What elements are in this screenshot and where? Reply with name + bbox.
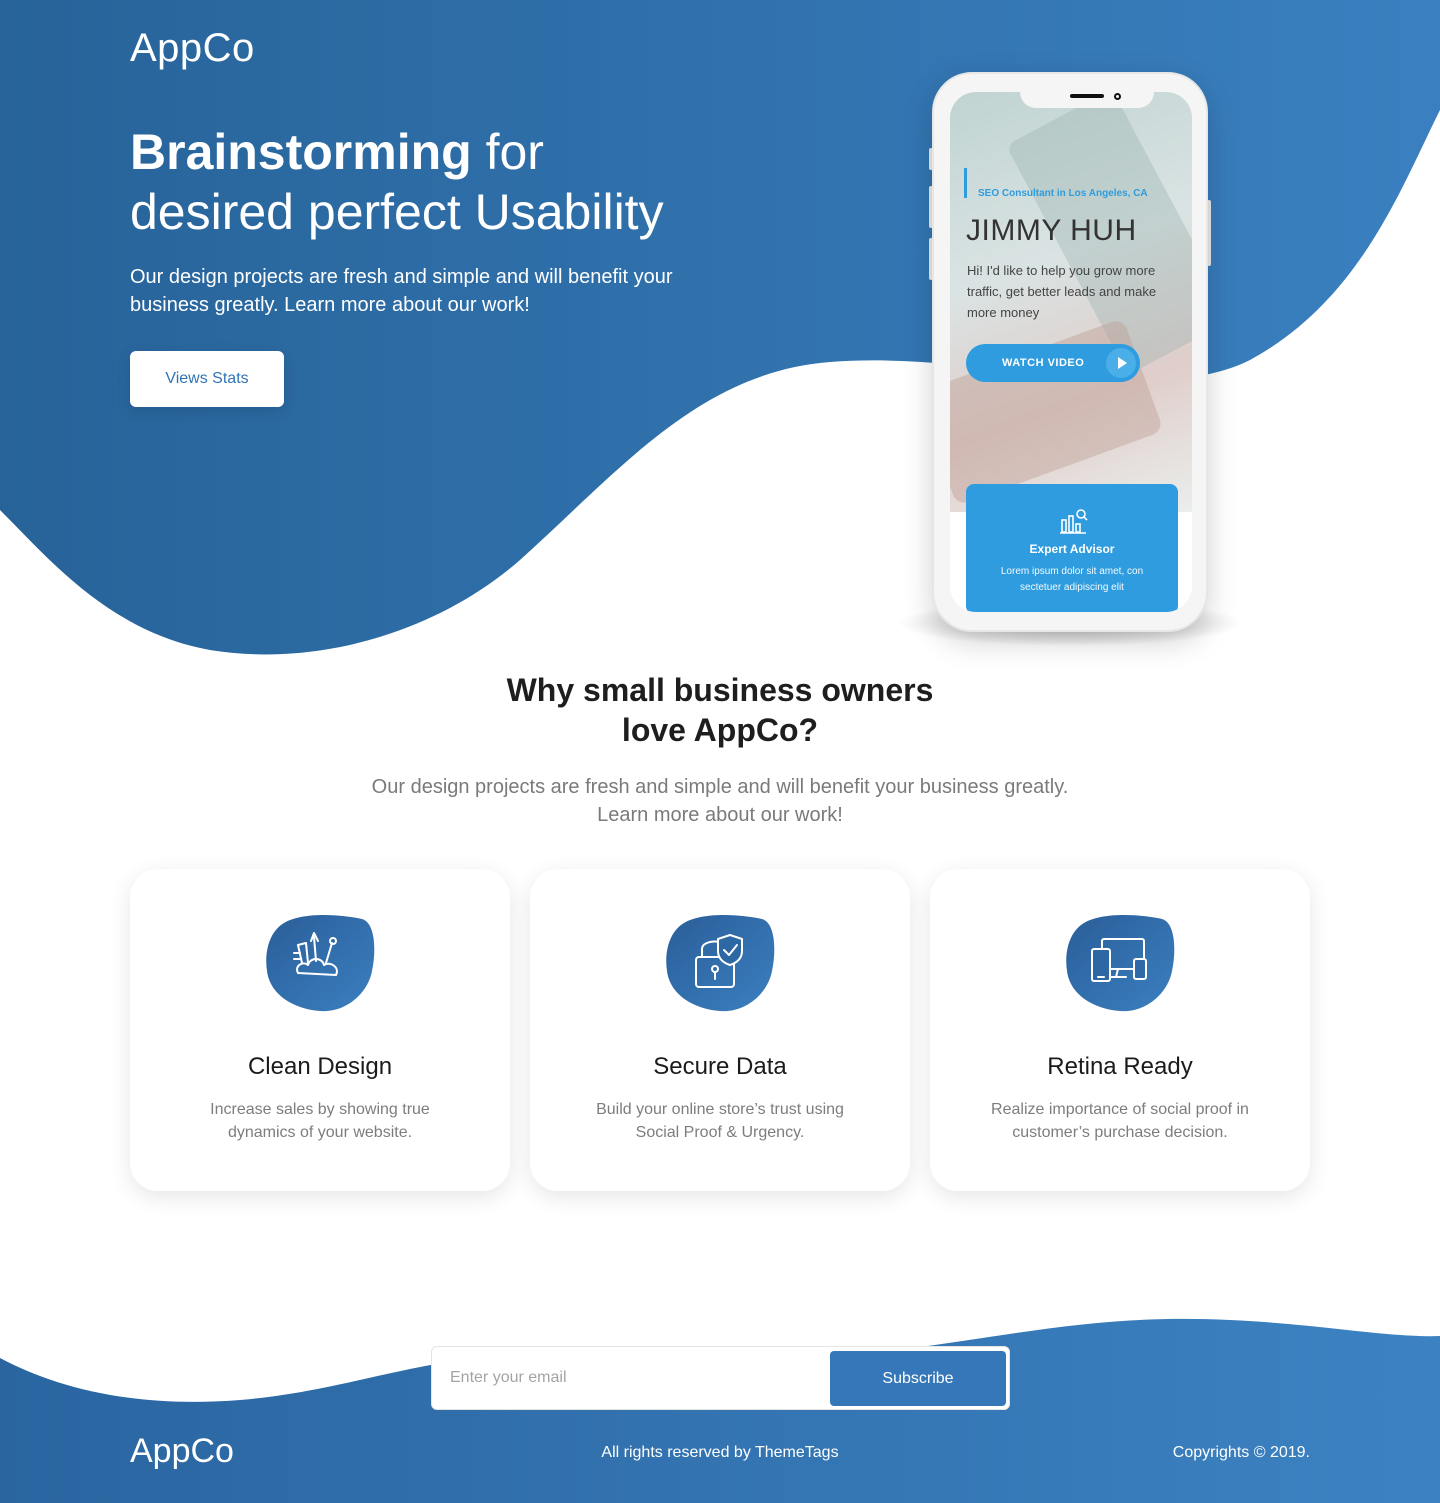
why-section-title: Why small business owners love AppCo? bbox=[0, 670, 1440, 750]
feature-card-secure-data: Secure Data Build your online store’s tr… bbox=[530, 869, 910, 1191]
email-input[interactable] bbox=[450, 1363, 810, 1393]
hero-title-rest: for bbox=[471, 124, 544, 180]
feature-card-retina-ready: Retina Ready Realize importance of socia… bbox=[930, 869, 1310, 1191]
feature-desc: Build your online store’s trust using So… bbox=[596, 1101, 844, 1141]
expert-advisor-title: Expert Advisor bbox=[1029, 542, 1115, 556]
watch-video-button[interactable]: WATCH VIDEO bbox=[966, 344, 1140, 382]
brand-logo[interactable]: AppCo bbox=[130, 26, 255, 71]
subscribe-form: Subscribe bbox=[431, 1346, 1010, 1410]
subscribe-button[interactable]: Subscribe bbox=[830, 1351, 1006, 1406]
phone-mockup: SEO Consultant in Los Angeles, CA JIMMY … bbox=[932, 72, 1208, 632]
feature-title: Secure Data bbox=[653, 1053, 787, 1080]
hero-title-bold: Brainstorming bbox=[130, 124, 472, 180]
screen-text: Hi! I'd like to help you grow more traff… bbox=[967, 263, 1157, 320]
devices-icon bbox=[1066, 915, 1175, 1012]
speaker-icon bbox=[1070, 94, 1104, 98]
camera-icon bbox=[1114, 93, 1121, 100]
watch-video-label: WATCH VIDEO bbox=[1002, 357, 1085, 369]
why-title-part2: AppCo? bbox=[685, 712, 819, 748]
hero-title-line2: desired perfect Usability bbox=[130, 184, 664, 240]
hero-wave-background bbox=[0, 0, 1440, 655]
views-stats-button[interactable]: Views Stats bbox=[130, 351, 284, 407]
feature-title: Clean Design bbox=[247, 1053, 393, 1080]
footer-copyright: Copyrights © 2019. bbox=[1172, 1444, 1310, 1461]
phone-notch bbox=[1020, 92, 1154, 108]
screen-accent-bar bbox=[964, 168, 967, 198]
chart-search-icon bbox=[1060, 509, 1088, 534]
hero-title: Brainstorming for desired perfect Usabili… bbox=[130, 122, 770, 242]
why-title-bold1: small business owners bbox=[583, 672, 934, 708]
screen-tagline: SEO Consultant in Los Angeles, CA bbox=[978, 188, 1148, 199]
expert-advisor-desc: Lorem ipsum dolor sit amet, con sectetue… bbox=[1000, 566, 1144, 593]
play-icon bbox=[1106, 348, 1136, 378]
why-title-bold2: love bbox=[621, 712, 686, 748]
feature-title: Retina Ready bbox=[1047, 1053, 1193, 1080]
design-tools-icon bbox=[266, 915, 375, 1012]
hero-subtitle: Our design projects are fresh and simple… bbox=[130, 266, 673, 316]
expert-advisor-card: Expert Advisor Lorem ipsum dolor sit ame… bbox=[966, 484, 1178, 612]
feature-card-clean-design: Clean Design Increase sales by showing t… bbox=[130, 869, 510, 1191]
why-section-subtitle: Our design projects are fresh and simple… bbox=[371, 776, 1069, 826]
phone-screen: SEO Consultant in Los Angeles, CA JIMMY … bbox=[950, 92, 1192, 612]
feature-desc: Increase sales by showing true dynamics … bbox=[210, 1101, 430, 1141]
why-title-part1: Why bbox=[506, 672, 584, 708]
secure-lock-icon bbox=[666, 915, 775, 1012]
screen-name: JIMMY HUH bbox=[966, 214, 1137, 247]
feature-desc: Realize importance of social proof in cu… bbox=[991, 1101, 1249, 1141]
